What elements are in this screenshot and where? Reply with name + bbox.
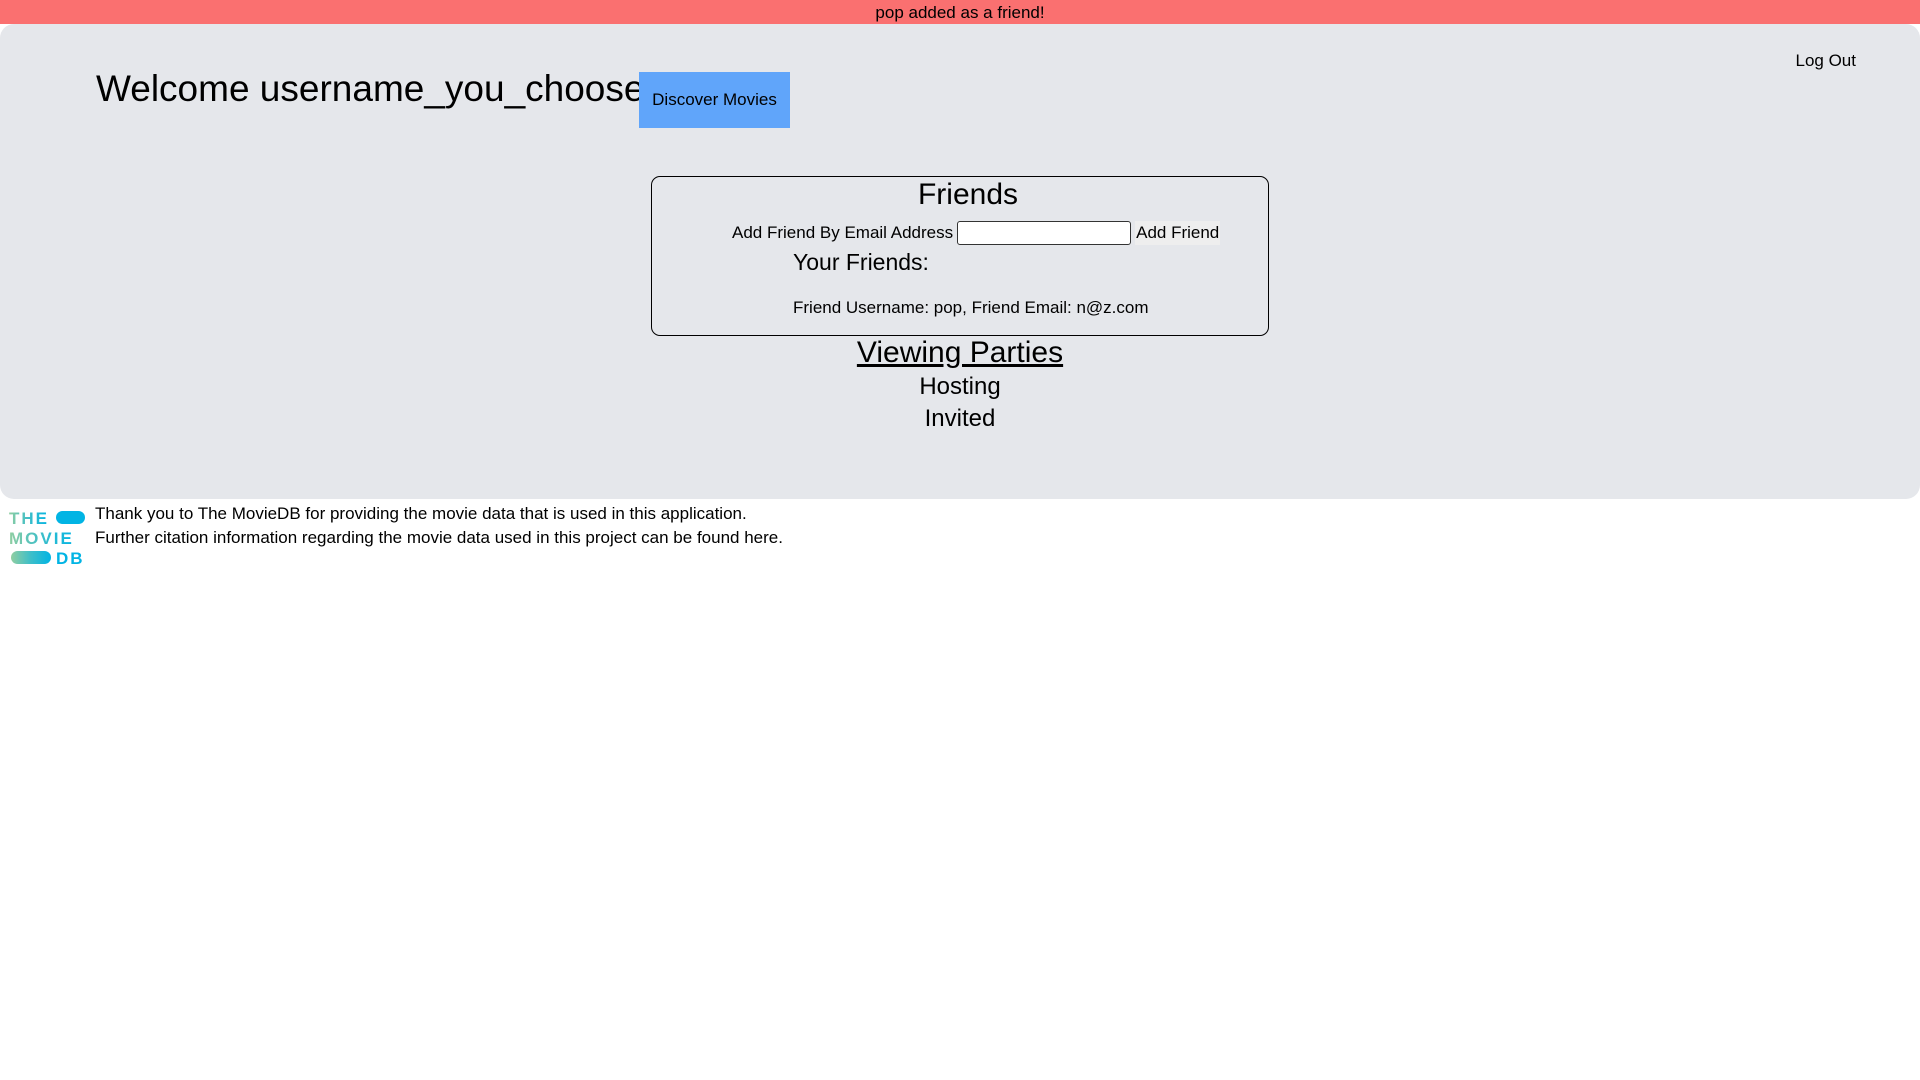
welcome-heading: Welcome username_you_choose xyxy=(96,68,645,109)
friend-email-input[interactable] xyxy=(957,221,1132,245)
discover-movies-button[interactable]: Discover Movies xyxy=(639,72,790,128)
tmdb-logo-movie: MOVIE xyxy=(9,529,74,548)
footer-attribution: Thank you to The MovieDB for providing t… xyxy=(95,502,783,550)
hosting-heading: Hosting xyxy=(919,373,1001,400)
flash-message: pop added as a friend! xyxy=(0,0,1920,24)
add-friend-label: Add Friend By Email Address xyxy=(732,223,954,242)
friend-list-item: Friend Username: pop, Friend Email: n@z.… xyxy=(793,298,1149,317)
tmdb-logo-the: THE xyxy=(9,509,49,528)
friends-title: Friends xyxy=(917,178,1019,211)
your-friends-heading: Your Friends: xyxy=(793,249,929,275)
friends-section: Friends Add Friend By Email Address Add … xyxy=(651,176,1269,336)
main-panel: Log Out Welcome username_you_choose Disc… xyxy=(0,24,1920,499)
add-friend-button[interactable]: Add Friend xyxy=(1135,221,1221,245)
invited-heading: Invited xyxy=(924,405,996,432)
footer-citation: Further citation information regarding t… xyxy=(95,528,783,547)
footer-thanks: Thank you to The MovieDB for providing t… xyxy=(95,504,747,523)
flash-message-text: pop added as a friend! xyxy=(875,3,1045,22)
tmdb-logo-db: DB xyxy=(56,549,85,567)
logout-link[interactable]: Log Out xyxy=(1796,51,1857,71)
tmdb-logo: THE MOVIE DB xyxy=(9,509,85,567)
viewing-parties-title: Viewing Parties xyxy=(856,336,1064,369)
add-friend-form: Add Friend By Email Address Add Friend xyxy=(732,221,1221,245)
